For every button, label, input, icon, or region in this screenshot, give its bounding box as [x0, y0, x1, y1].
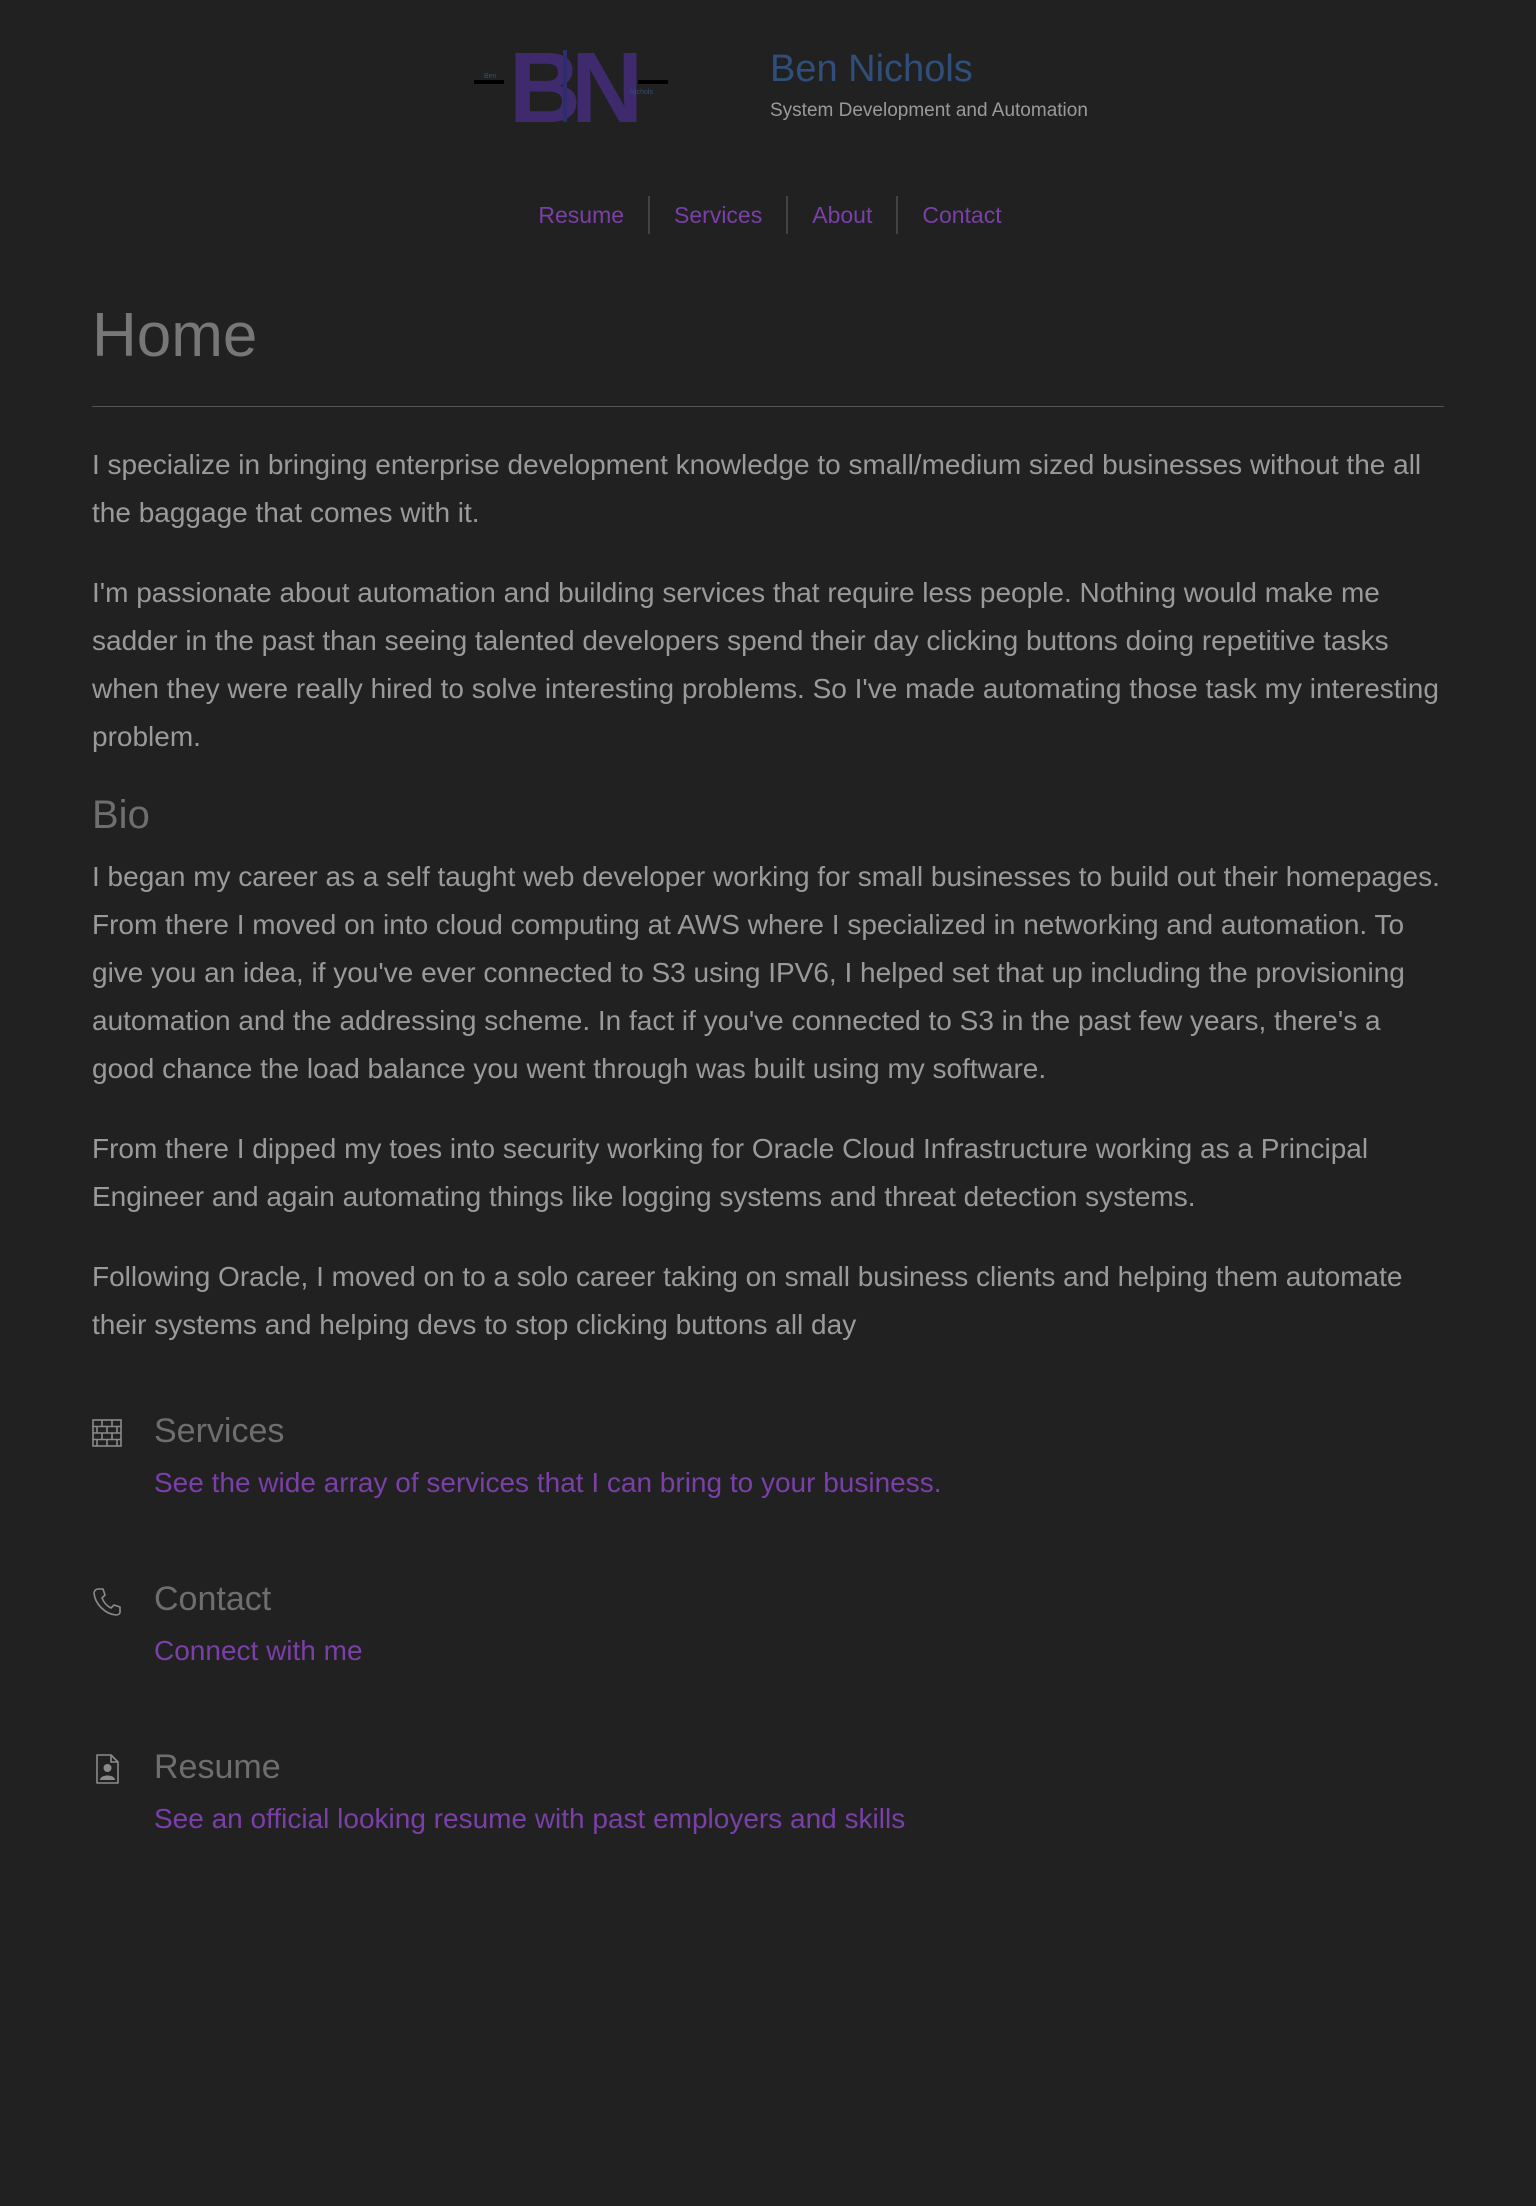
- resume-link[interactable]: See an official looking resume with past…: [154, 1801, 905, 1837]
- nav-contact[interactable]: Contact: [898, 197, 1025, 233]
- phone-icon: [93, 1588, 121, 1616]
- main-nav: Resume Services About Contact: [0, 196, 1536, 234]
- logo-small-right: Nichols: [630, 89, 653, 96]
- page-title: Home: [92, 301, 258, 370]
- intro-paragraph: I'm passionate about automation and buil…: [92, 577, 1439, 752]
- feature-resume: Resume See an official looking resume wi…: [92, 1745, 1444, 1913]
- bio-paragraph: I began my career as a self taught web d…: [92, 861, 1440, 1084]
- nav-about[interactable]: About: [788, 197, 896, 233]
- main-content: Home I specialize in bringing enterprise…: [92, 296, 1444, 1913]
- brick-wall-icon: [92, 1419, 122, 1447]
- logo-monogram: BN: [509, 40, 637, 130]
- intro-paragraph: I specialize in bringing enterprise deve…: [92, 449, 1422, 528]
- nav-services[interactable]: Services: [650, 197, 786, 233]
- bio-heading: Bio: [92, 793, 150, 837]
- brand-block: Ben Nichols System Development and Autom…: [770, 46, 1088, 122]
- logo-small-left: Ben: [484, 73, 497, 80]
- feature-title-resume: Resume: [154, 1748, 281, 1786]
- services-link[interactable]: See the wide array of services that I ca…: [154, 1465, 942, 1501]
- contact-link[interactable]: Connect with me: [154, 1633, 363, 1669]
- feature-contact: Contact Connect with me: [92, 1577, 1444, 1745]
- bio-paragraph: From there I dipped my toes into securit…: [92, 1133, 1369, 1212]
- title-divider: [92, 406, 1444, 407]
- nav-resume[interactable]: Resume: [514, 197, 648, 233]
- page: BN Ben Nichols Ben Nichols System Develo…: [0, 0, 1536, 2206]
- site-name[interactable]: Ben Nichols: [770, 46, 1088, 92]
- resume-icon: [96, 1754, 119, 1784]
- bio-paragraph: Following Oracle, I moved on to a solo c…: [92, 1261, 1403, 1340]
- feature-title-services: Services: [154, 1412, 285, 1450]
- feature-title-contact: Contact: [154, 1580, 272, 1618]
- site-header: BN Ben Nichols Ben Nichols System Develo…: [0, 0, 1536, 170]
- site-tagline: System Development and Automation: [770, 100, 1088, 121]
- site-logo[interactable]: BN Ben Nichols: [474, 40, 668, 130]
- feature-list: Services See the wide array of services …: [92, 1409, 1444, 1913]
- feature-services: Services See the wide array of services …: [92, 1409, 1444, 1577]
